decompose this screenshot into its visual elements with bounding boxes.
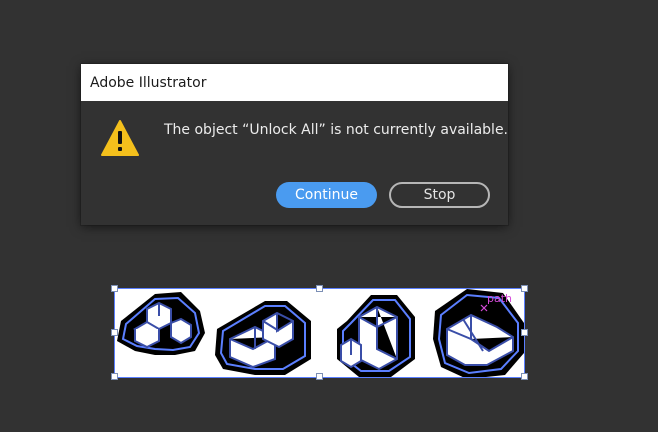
isometric-blocks-icon-1[interactable] — [117, 292, 205, 355]
artwork-canvas — [117, 289, 524, 377]
isometric-blocks-icon-2[interactable] — [215, 301, 311, 375]
selection-handle-top-right[interactable] — [521, 285, 528, 292]
warning-icon — [101, 120, 139, 156]
artboard-selection[interactable] — [114, 288, 525, 378]
smart-guide-path-label: path — [487, 292, 513, 305]
selection-handle-bottom-left[interactable] — [111, 373, 118, 380]
continue-button[interactable]: Continue — [276, 182, 377, 208]
isometric-blocks-icon-3[interactable] — [337, 295, 415, 377]
selection-handle-middle-left[interactable] — [111, 329, 118, 336]
selection-handle-middle-right[interactable] — [521, 329, 528, 336]
dialog-title: Adobe Illustrator — [90, 74, 207, 91]
selection-handle-bottom-right[interactable] — [521, 373, 528, 380]
selection-handle-bottom-center[interactable] — [316, 373, 323, 380]
dialog-titlebar: Adobe Illustrator — [81, 64, 508, 101]
stop-button-label: Stop — [423, 187, 456, 203]
alert-dialog: Adobe Illustrator The object “Unlock All… — [81, 64, 508, 225]
selection-handle-top-left[interactable] — [111, 285, 118, 292]
dialog-message: The object “Unlock All” is not currently… — [164, 122, 509, 138]
continue-button-label: Continue — [295, 187, 358, 203]
selection-handle-top-center[interactable] — [316, 285, 323, 292]
stop-button[interactable]: Stop — [389, 182, 490, 208]
